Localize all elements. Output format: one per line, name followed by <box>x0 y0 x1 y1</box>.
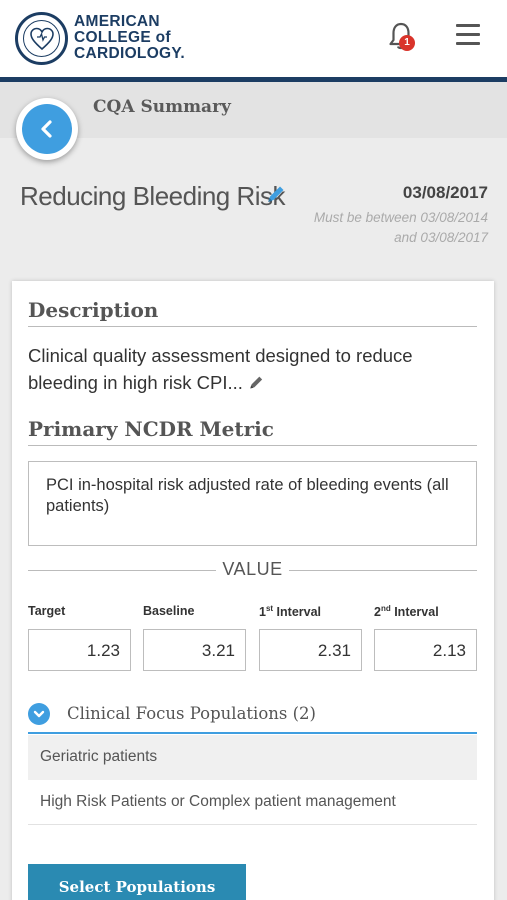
cqa-date[interactable]: 03/08/2017 <box>403 183 488 203</box>
value-heading: VALUE <box>28 559 477 580</box>
logo-line-3: CARDIOLOGY. <box>74 45 185 62</box>
date-hint-line-2: and 03/08/2017 <box>394 230 488 245</box>
chevron-down-icon <box>33 710 45 718</box>
description-divider <box>28 326 477 327</box>
interval2-num: 2 <box>374 605 381 620</box>
acc-logo-seal <box>15 12 68 65</box>
interval2-sup: nd <box>380 604 391 613</box>
date-range-hint: Must be between 03/08/2014 and 03/08/201… <box>268 208 488 248</box>
interval2-word: Interval <box>390 605 439 620</box>
hamburger-menu-icon[interactable] <box>456 24 480 46</box>
notification-badge[interactable]: 1 <box>399 35 415 51</box>
chevron-left-icon <box>41 120 52 138</box>
interval2-label: 2nd Interval <box>374 604 439 619</box>
target-field[interactable]: 1.23 <box>28 629 131 671</box>
baseline-label: Baseline <box>143 604 195 618</box>
population-item[interactable]: Geriatric patients <box>28 735 477 780</box>
select-populations-button[interactable]: Select Populations <box>28 864 246 900</box>
populations-accent-rule <box>28 732 477 734</box>
page-title: CQA Summary <box>93 97 231 117</box>
app-header: AMERICAN COLLEGE of CARDIOLOGY. 1 <box>0 0 507 77</box>
population-item[interactable]: High Risk Patients or Complex patient ma… <box>28 780 477 825</box>
logo-wordmark: AMERICAN COLLEGE of CARDIOLOGY. <box>74 14 185 62</box>
logo-line-2: COLLEGE of <box>74 29 171 46</box>
metric-divider <box>28 445 477 446</box>
metric-textbox[interactable]: PCI in-hospital risk adjusted rate of bl… <box>28 461 477 546</box>
edit-title-pencil-icon[interactable] <box>265 183 287 205</box>
interval1-field[interactable]: 2.31 <box>259 629 362 671</box>
description-text-block: Clinical quality assessment designed to … <box>28 342 478 396</box>
metric-heading: Primary NCDR Metric <box>28 417 274 441</box>
value-divider-row: VALUE <box>28 559 477 581</box>
interval1-sup: st <box>265 604 274 613</box>
interval2-field[interactable]: 2.13 <box>374 629 477 671</box>
back-button[interactable] <box>16 98 78 160</box>
baseline-field[interactable]: 3.21 <box>143 629 246 671</box>
heart-seal-icon <box>29 27 54 50</box>
logo-line-1: AMERICAN <box>74 13 160 30</box>
logo-mark <box>23 20 60 57</box>
description-heading: Description <box>28 298 159 322</box>
interval1-num: 1 <box>259 605 266 620</box>
populations-toggle[interactable]: Clinical Focus Populations (2) <box>28 702 477 732</box>
value-heading-text: VALUE <box>216 559 289 579</box>
populations-heading: Clinical Focus Populations (2) <box>67 704 316 723</box>
back-circle <box>22 104 72 154</box>
edit-description-pencil-icon[interactable] <box>248 374 265 391</box>
cqa-title: Reducing Bleeding Risk <box>20 181 286 211</box>
interval1-word: Interval <box>273 605 322 620</box>
populations-chevron-circle <box>28 703 50 725</box>
interval1-label: 1st Interval <box>259 604 321 619</box>
date-hint-line-1: Must be between 03/08/2014 <box>313 210 488 225</box>
target-label: Target <box>28 604 66 618</box>
description-text: Clinical quality assessment designed to … <box>28 345 413 393</box>
